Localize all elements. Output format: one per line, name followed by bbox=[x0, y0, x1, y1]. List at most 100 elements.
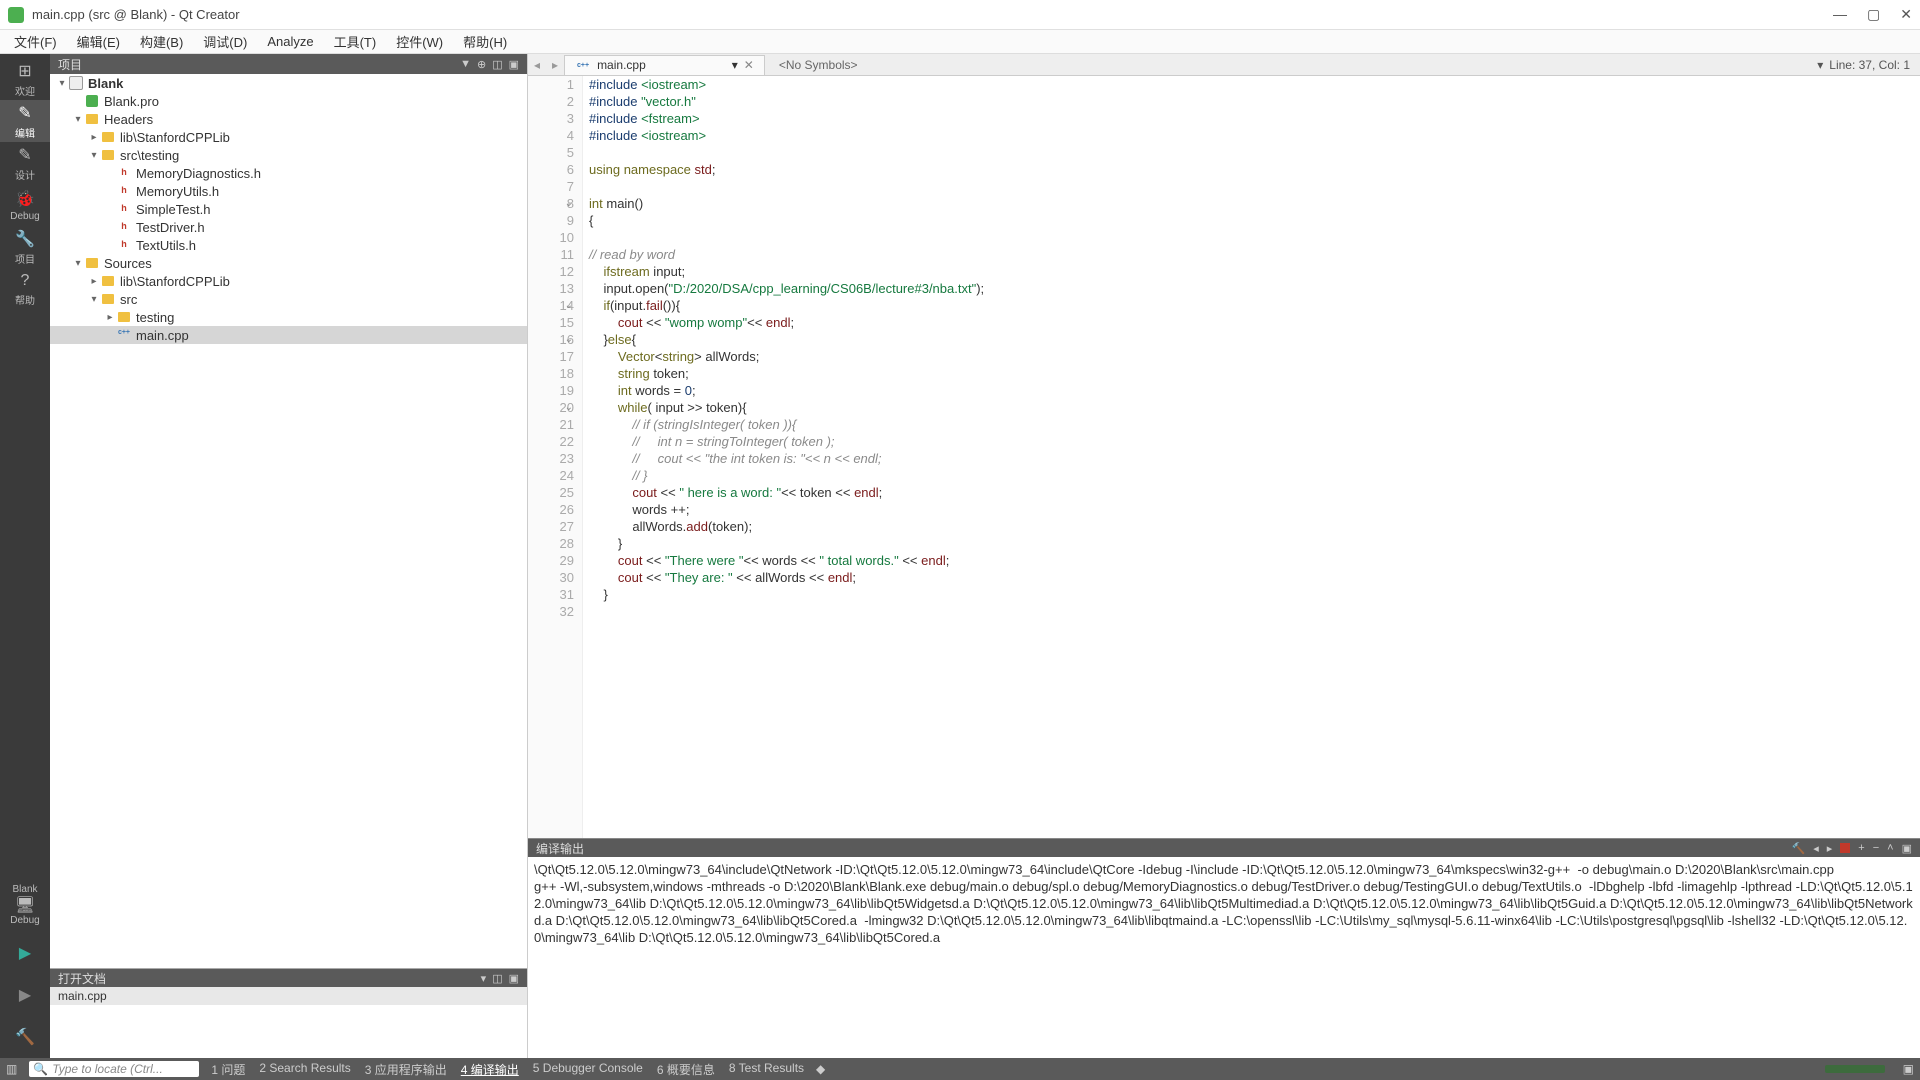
close-output-icon[interactable]: ▣ bbox=[1902, 842, 1912, 855]
status-tab[interactable]: 3 应用程序输出 bbox=[365, 1061, 447, 1078]
code-line[interactable]: cout << "There were "<< words << " total… bbox=[589, 552, 1920, 569]
code-editor[interactable]: 12345678⌄91011121314⌄1516⌄17181920⌄21222… bbox=[528, 76, 1920, 838]
code-line[interactable] bbox=[589, 178, 1920, 195]
code-line[interactable]: while( input >> token){ bbox=[589, 399, 1920, 416]
nav-forward-icon[interactable]: ▸ bbox=[546, 58, 564, 72]
toggle-sidebar-icon[interactable]: ▥ bbox=[6, 1062, 17, 1076]
minimize-button[interactable]: — bbox=[1833, 6, 1847, 23]
split-icon[interactable]: ◫ bbox=[492, 58, 502, 71]
tree-item[interactable]: ▾src\testing bbox=[50, 146, 527, 164]
code-line[interactable]: // } bbox=[589, 467, 1920, 484]
tree-item[interactable]: ▾src bbox=[50, 290, 527, 308]
code-line[interactable]: { bbox=[589, 212, 1920, 229]
code-line[interactable]: cout << "womp womp"<< endl; bbox=[589, 314, 1920, 331]
mode-button[interactable]: 🔧项目 bbox=[0, 226, 50, 268]
tree-item[interactable]: ▸lib\StanfordCPPLib bbox=[50, 272, 527, 290]
code-line[interactable]: cout << "They are: " << allWords << endl… bbox=[589, 569, 1920, 586]
code-line[interactable]: if(input.fail()){ bbox=[589, 297, 1920, 314]
code-line[interactable]: string token; bbox=[589, 365, 1920, 382]
dropdown-icon[interactable]: ▾ bbox=[481, 972, 487, 985]
tree-item[interactable]: Blank.pro bbox=[50, 92, 527, 110]
fold-icon[interactable]: ⌄ bbox=[565, 297, 573, 314]
link-icon[interactable]: ⊕ bbox=[477, 58, 486, 71]
tree-arrow-icon[interactable]: ▸ bbox=[88, 276, 100, 287]
code-line[interactable]: words ++; bbox=[589, 501, 1920, 518]
code-line[interactable]: #include "vector.h" bbox=[589, 93, 1920, 110]
code-line[interactable]: }else{ bbox=[589, 331, 1920, 348]
close-button[interactable]: ✕ bbox=[1900, 6, 1912, 23]
split-icon[interactable]: ◫ bbox=[492, 972, 502, 985]
chevron-up-icon[interactable]: ˄ bbox=[1887, 842, 1893, 854]
menu-item[interactable]: 构建(B) bbox=[132, 30, 191, 53]
more-icon[interactable]: ◆ bbox=[816, 1062, 825, 1076]
build-button[interactable]: 🔨 bbox=[0, 1016, 50, 1058]
code-line[interactable]: // int n = stringToInteger( token ); bbox=[589, 433, 1920, 450]
hammer-icon[interactable]: 🔨 bbox=[1792, 842, 1806, 855]
code-line[interactable]: // if (stringIsInteger( token )){ bbox=[589, 416, 1920, 433]
tree-item[interactable]: main.cpp bbox=[50, 326, 527, 344]
menu-item[interactable]: 文件(F) bbox=[6, 30, 65, 53]
code-line[interactable]: // read by word bbox=[589, 246, 1920, 263]
tree-arrow-icon[interactable]: ▸ bbox=[104, 312, 116, 323]
code-line[interactable]: input.open("D:/2020/DSA/cpp_learning/CS0… bbox=[589, 280, 1920, 297]
stop-icon[interactable] bbox=[1840, 843, 1850, 853]
fold-icon[interactable]: ⌄ bbox=[565, 399, 573, 416]
tree-item[interactable]: ▾Headers bbox=[50, 110, 527, 128]
tree-arrow-icon[interactable]: ▾ bbox=[88, 150, 100, 161]
menu-item[interactable]: 调试(D) bbox=[195, 30, 255, 53]
code-line[interactable]: #include <iostream> bbox=[589, 127, 1920, 144]
code-line[interactable]: Vector<string> allWords; bbox=[589, 348, 1920, 365]
code-line[interactable]: #include <fstream> bbox=[589, 110, 1920, 127]
tree-item[interactable]: ▸testing bbox=[50, 308, 527, 326]
mode-button[interactable]: ?帮助 bbox=[0, 268, 50, 310]
tree-arrow-icon[interactable]: ▾ bbox=[72, 114, 84, 125]
code-line[interactable]: using namespace std; bbox=[589, 161, 1920, 178]
code-line[interactable]: int words = 0; bbox=[589, 382, 1920, 399]
code-line[interactable]: allWords.add(token); bbox=[589, 518, 1920, 535]
menu-item[interactable]: 编辑(E) bbox=[69, 30, 128, 53]
tree-item[interactable]: ▸lib\StanfordCPPLib bbox=[50, 128, 527, 146]
zoom-out-icon[interactable]: − bbox=[1873, 842, 1879, 854]
status-tab[interactable]: 4 编译输出 bbox=[461, 1061, 519, 1078]
mode-button[interactable]: ✎编辑 bbox=[0, 100, 50, 142]
zoom-in-icon[interactable]: + bbox=[1858, 842, 1864, 854]
editor-tab[interactable]: main.cpp ▾ ✕ bbox=[564, 55, 765, 75]
close-icon[interactable]: ▣ bbox=[509, 972, 519, 985]
mode-button[interactable]: 🐞Debug bbox=[0, 184, 50, 226]
code-line[interactable]: // cout << "the int token is: "<< n << e… bbox=[589, 450, 1920, 467]
status-tab[interactable]: 5 Debugger Console bbox=[533, 1061, 643, 1078]
tree-item[interactable]: SimpleTest.h bbox=[50, 200, 527, 218]
run-debug-button[interactable]: ▶ bbox=[0, 974, 50, 1016]
tree-item[interactable]: MemoryDiagnostics.h bbox=[50, 164, 527, 182]
menu-item[interactable]: 控件(W) bbox=[388, 30, 451, 53]
prev-icon[interactable]: ◂ bbox=[1813, 842, 1819, 855]
code-line[interactable]: } bbox=[589, 586, 1920, 603]
code-line[interactable]: ifstream input; bbox=[589, 263, 1920, 280]
tab-close-icon[interactable]: ✕ bbox=[744, 58, 754, 72]
tree-item[interactable]: MemoryUtils.h bbox=[50, 182, 527, 200]
tree-item[interactable]: ▾Blank bbox=[50, 74, 527, 92]
maximize-button[interactable]: ▢ bbox=[1867, 6, 1880, 23]
open-doc-item[interactable]: main.cpp bbox=[50, 987, 527, 1005]
code-line[interactable]: int main() bbox=[589, 195, 1920, 212]
mode-button[interactable]: ⊞欢迎 bbox=[0, 58, 50, 100]
symbol-selector[interactable]: <No Symbols> bbox=[773, 58, 864, 72]
menu-item[interactable]: 工具(T) bbox=[326, 30, 385, 53]
project-tree[interactable]: ▾BlankBlank.pro▾Headers▸lib\StanfordCPPL… bbox=[50, 74, 527, 968]
next-icon[interactable]: ▸ bbox=[1827, 842, 1833, 855]
menu-item[interactable]: 帮助(H) bbox=[455, 30, 515, 53]
locator-input[interactable]: 🔍 Type to locate (Ctrl... bbox=[29, 1061, 199, 1077]
close-panel-icon[interactable]: ▣ bbox=[509, 58, 519, 71]
tree-arrow-icon[interactable]: ▾ bbox=[72, 258, 84, 269]
tree-arrow-icon[interactable]: ▾ bbox=[56, 78, 68, 89]
tree-item[interactable]: TextUtils.h bbox=[50, 236, 527, 254]
menu-item[interactable]: Analyze bbox=[259, 32, 321, 51]
nav-back-icon[interactable]: ◂ bbox=[528, 58, 546, 72]
code-line[interactable] bbox=[589, 144, 1920, 161]
fold-icon[interactable]: ⌄ bbox=[565, 195, 573, 212]
fold-icon[interactable]: ⌄ bbox=[565, 331, 573, 348]
tree-arrow-icon[interactable]: ▾ bbox=[88, 294, 100, 305]
status-tab[interactable]: 8 Test Results bbox=[729, 1061, 804, 1078]
code-line[interactable] bbox=[589, 603, 1920, 620]
code-line[interactable]: } bbox=[589, 535, 1920, 552]
